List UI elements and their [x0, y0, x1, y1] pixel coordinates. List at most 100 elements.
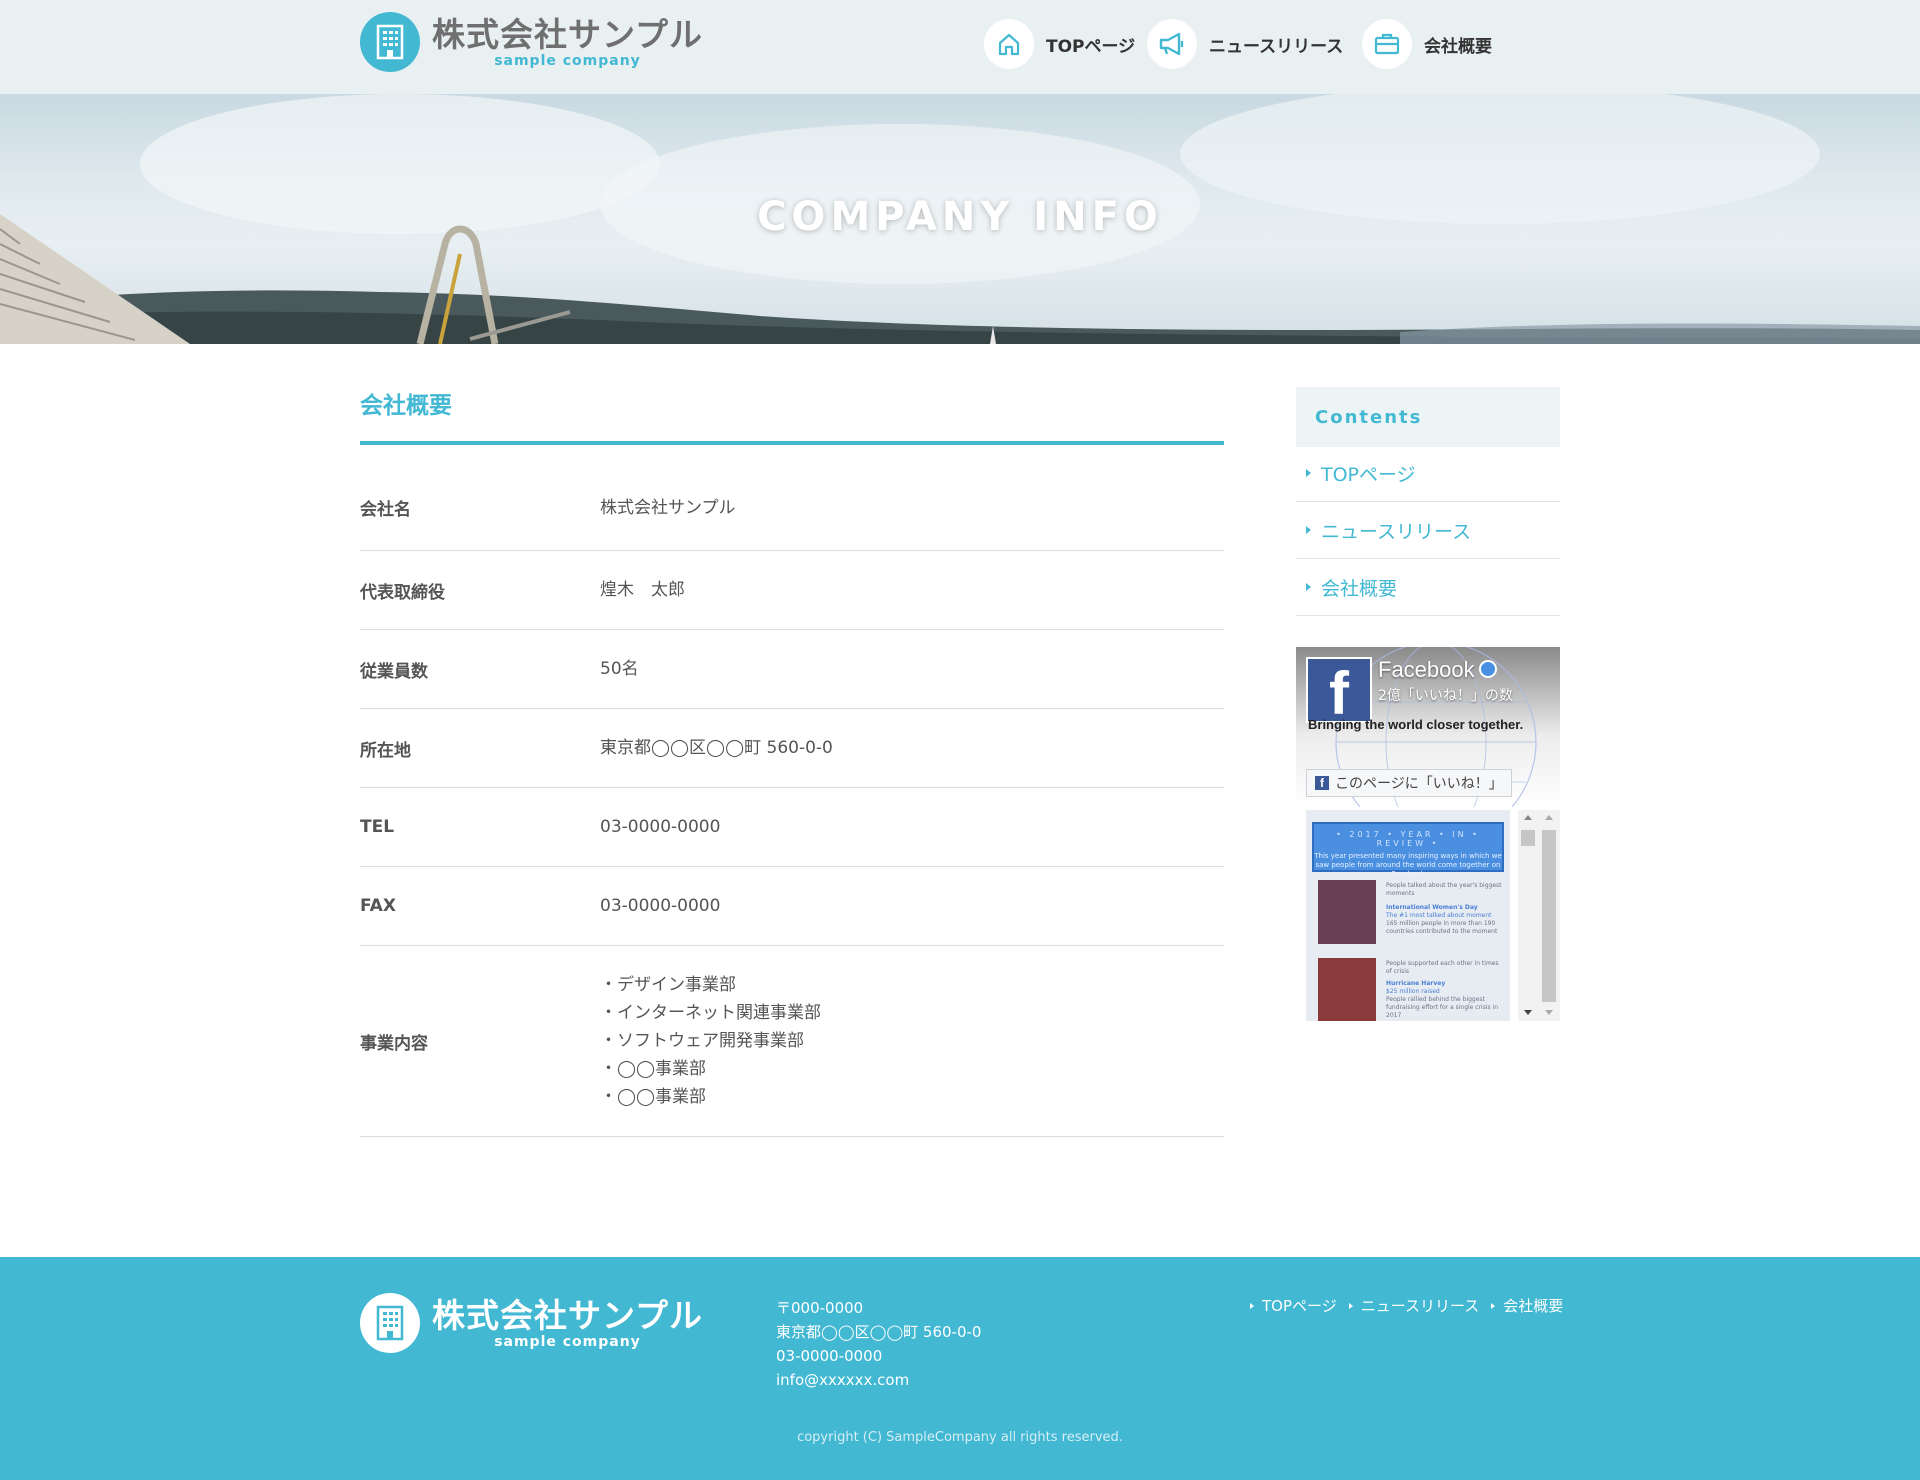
site-header: 株式会社サンプル sample company TOPページ ニュースリリース …	[0, 0, 1920, 94]
table-row: 代表取締役 煌木 太郎	[360, 551, 1224, 630]
building-icon	[360, 1293, 420, 1353]
row-label: 所在地	[360, 740, 411, 761]
hero-title: COMPANY INFO	[757, 194, 1163, 240]
triangle-bullet-icon	[1306, 469, 1311, 477]
facebook-like-count: 2億「いいね！」の数	[1378, 688, 1513, 704]
nav-company-label: 会社概要	[1424, 36, 1492, 57]
sidebar-item-company[interactable]: 会社概要	[1296, 559, 1560, 616]
triangle-bullet-icon	[1306, 526, 1311, 534]
business-list: ・デザイン事業部 ・インターネット関連事業部 ・ソフトウェア開発事業部 ・◯◯事…	[600, 971, 821, 1111]
row-value: 株式会社サンプル	[600, 497, 736, 518]
post-text: People rallied behind the biggest fundra…	[1386, 996, 1499, 1019]
footer-link-label: 会社概要	[1503, 1297, 1564, 1315]
table-row: FAX 03-0000-0000	[360, 867, 1224, 946]
sidebar-item-news[interactable]: ニュースリリース	[1296, 502, 1560, 559]
table-row: TEL 03-0000-0000	[360, 788, 1224, 867]
table-row: 所在地 東京都◯◯区◯◯町 560-0-0	[360, 709, 1224, 788]
briefcase-icon	[1362, 19, 1412, 69]
row-value: 煌木 太郎	[600, 580, 685, 600]
footer-link-top[interactable]: TOPページ	[1250, 1295, 1337, 1316]
post-text: $25 million raised	[1386, 988, 1440, 995]
table-row: 従業員数 50名	[360, 630, 1224, 709]
table-row: 会社名 株式会社サンプル	[360, 465, 1224, 551]
facebook-post[interactable]: • 2017 • YEAR • IN • REVIEW • This year …	[1306, 810, 1510, 1021]
facebook-name-text: Facebook	[1378, 657, 1475, 682]
facebook-like-label: このページに「いいね！」	[1335, 776, 1503, 792]
post-highlight: Hurricane Harvey	[1386, 980, 1446, 987]
sidebar-item-label: TOPページ	[1321, 463, 1416, 486]
nav-news[interactable]: ニュースリリース	[1147, 19, 1343, 69]
row-label: 代表取締役	[360, 582, 445, 603]
logo-text: 株式会社サンプル sample company	[432, 15, 703, 69]
row-label: 会社名	[360, 500, 411, 520]
scroll-up-icon[interactable]	[1524, 815, 1532, 820]
list-item: ・◯◯事業部	[600, 1059, 707, 1079]
list-item: ・◯◯事業部	[600, 1087, 707, 1107]
footer-link-label: TOPページ	[1262, 1297, 1337, 1315]
facebook-cover[interactable]: f Facebook 2億「いいね！」の数 Bringing the world…	[1296, 647, 1560, 807]
table-row: 事業内容 ・デザイン事業部 ・インターネット関連事業部 ・ソフトウェア開発事業部…	[360, 946, 1224, 1137]
post-highlight: International Women's Day	[1386, 904, 1478, 911]
footer-link-label: ニュースリリース	[1360, 1297, 1480, 1315]
company-info-table: 会社名 株式会社サンプル 代表取締役 煌木 太郎 従業員数 50名 所在地 東京…	[360, 465, 1224, 1137]
footer-nav: TOPページ ニュースリリース 会社概要	[1250, 1295, 1575, 1316]
list-item: ・インターネット関連事業部	[600, 1003, 821, 1023]
row-value: 03-0000-0000	[600, 817, 721, 837]
triangle-bullet-icon	[1250, 1302, 1254, 1309]
facebook-like-button[interactable]: f このページに「いいね！」	[1306, 769, 1512, 797]
row-label: 従業員数	[360, 661, 428, 682]
footer-logo-text: 株式会社サンプル sample company	[432, 1295, 704, 1350]
footer-email[interactable]: info@xxxxxx.com	[776, 1368, 981, 1392]
sidebar-item-top[interactable]: TOPページ	[1296, 445, 1560, 502]
sidebar-heading: Contents	[1296, 387, 1560, 447]
list-item: ・ソフトウェア開発事業部	[600, 1031, 804, 1051]
nav-top-label: TOPページ	[1046, 36, 1136, 57]
footer-address: 〒000-0000 東京都◯◯区◯◯町 560-0-0 03-0000-0000…	[776, 1296, 981, 1392]
megaphone-icon	[1147, 19, 1197, 69]
facebook-logo-icon[interactable]: f	[1306, 657, 1372, 727]
post-text-block: People supported each other in times of …	[1386, 960, 1504, 1020]
post-text: People talked about the year's biggest m…	[1386, 882, 1502, 897]
facebook-f-icon: f	[1315, 776, 1329, 790]
triangle-bullet-icon	[1491, 1302, 1496, 1309]
post-text: The #1 most talked about moment	[1386, 912, 1492, 919]
sidebar-item-label: 会社概要	[1321, 577, 1398, 600]
building-icon	[360, 12, 420, 72]
post-photo	[1318, 880, 1376, 944]
post-banner: • 2017 • YEAR • IN • REVIEW • This year …	[1312, 822, 1504, 878]
sidebar-menu: TOPページ ニュースリリース 会社概要	[1296, 445, 1560, 616]
footer-company-name: 株式会社サンプル	[432, 1295, 704, 1335]
facebook-page-name[interactable]: Facebook	[1378, 657, 1497, 683]
row-value: 東京都◯◯区◯◯町 560-0-0	[600, 738, 833, 758]
row-value: 03-0000-0000	[600, 896, 721, 916]
copyright: copyright (C) SampleCompany all rights r…	[797, 1430, 1123, 1445]
nav-company[interactable]: 会社概要	[1362, 19, 1492, 69]
scroll-down-icon[interactable]	[1524, 1010, 1532, 1015]
footer-link-news[interactable]: ニュースリリース	[1348, 1295, 1480, 1316]
hero-banner: COMPANY INFO	[0, 94, 1920, 344]
row-label: TEL	[360, 817, 395, 837]
footer-logo[interactable]: 株式会社サンプル sample company	[360, 1293, 703, 1353]
row-label: 事業内容	[360, 1033, 428, 1054]
facebook-tagline: Bringing the world closer together.	[1308, 717, 1524, 732]
footer-street: 東京都◯◯区◯◯町 560-0-0	[776, 1323, 982, 1341]
sidebar-item-label: ニュースリリース	[1321, 520, 1472, 543]
post-photo	[1318, 958, 1376, 1021]
site-footer: 株式会社サンプル sample company 〒000-0000 東京都◯◯区…	[0, 1257, 1920, 1480]
facebook-page-widget: f Facebook 2億「いいね！」の数 Bringing the world…	[1296, 647, 1560, 1021]
triangle-bullet-icon	[1306, 583, 1311, 591]
title-divider	[360, 441, 1224, 445]
scrollbar-thumb[interactable]	[1521, 830, 1535, 846]
facebook-scrollbar[interactable]	[1518, 810, 1560, 1021]
post-banner-title: • 2017 • YEAR • IN • REVIEW •	[1336, 830, 1480, 848]
site-logo[interactable]: 株式会社サンプル sample company	[360, 12, 703, 72]
nav-top[interactable]: TOPページ	[984, 19, 1135, 69]
footer-logo-subtitle: sample company	[494, 1333, 641, 1350]
verified-badge-icon	[1478, 660, 1497, 679]
footer-postal: 〒000-0000	[776, 1299, 864, 1317]
scrollbar-track[interactable]	[1542, 830, 1556, 1002]
footer-tel: 03-0000-0000	[776, 1347, 883, 1365]
post-text: People supported each other in times of …	[1386, 960, 1499, 975]
logo-subtitle: sample company	[494, 52, 641, 69]
footer-link-company[interactable]: 会社概要	[1491, 1295, 1563, 1316]
